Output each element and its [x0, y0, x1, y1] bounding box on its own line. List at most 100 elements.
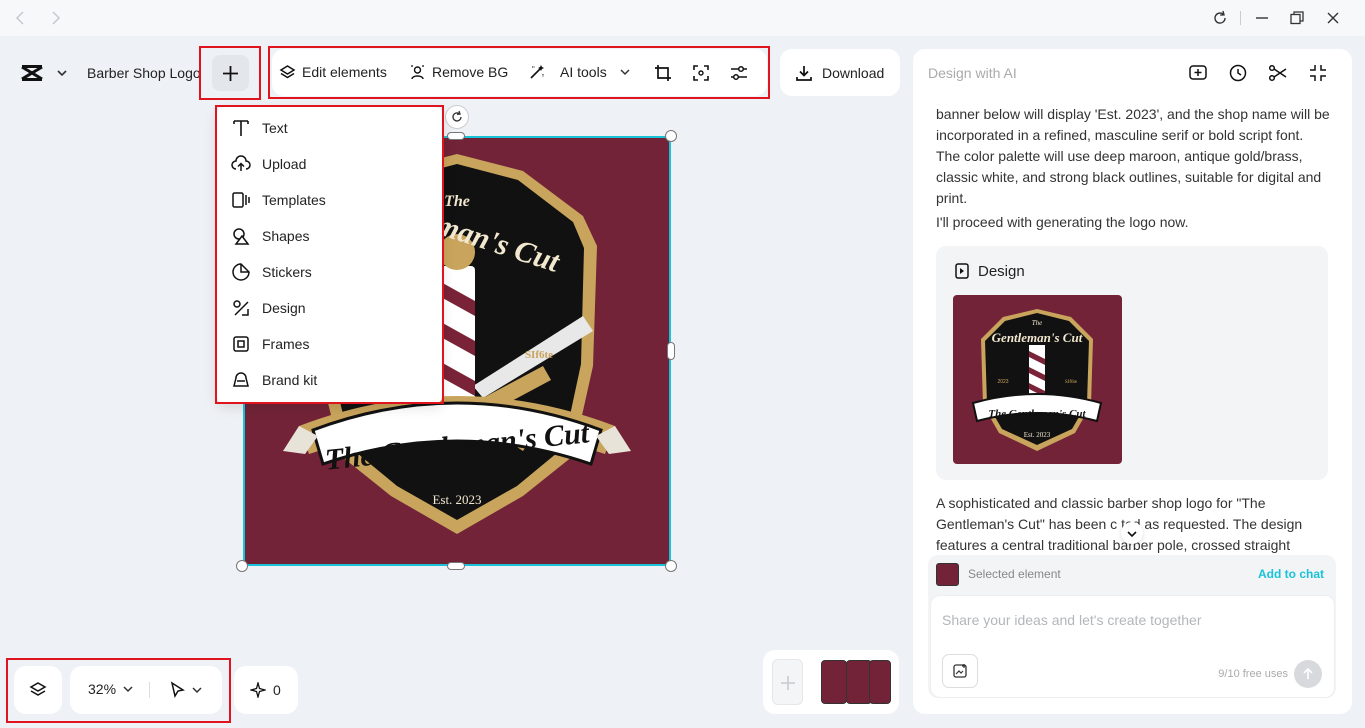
add-element-button[interactable] [212, 55, 249, 91]
collapse-icon[interactable] [1308, 63, 1328, 83]
project-title[interactable]: Barber Shop Logo [87, 65, 202, 81]
window-titlebar [0, 0, 1365, 36]
thumb-2023-text: 2023 [997, 379, 1008, 385]
layers-icon [29, 682, 47, 696]
new-chat-icon[interactable] [1188, 63, 1208, 83]
download-button[interactable]: Download [780, 49, 900, 96]
logo-registered-mark: ® [491, 420, 499, 431]
design-result-thumbnail[interactable]: Gentleman's Cut The Gentleman's Cut Est.… [953, 295, 1122, 464]
rotate-handle[interactable] [445, 105, 469, 129]
stickers-icon [232, 263, 250, 281]
chevron-down-icon [1127, 531, 1137, 538]
edit-elements-button[interactable]: Edit elements [279, 61, 387, 83]
chat-message: banner below will display 'Est. 2023', a… [936, 106, 1330, 206]
frames-icon [233, 336, 249, 352]
free-uses-counter: 9/10 free uses [1218, 668, 1288, 680]
page-thumbnail[interactable] [869, 660, 891, 704]
add-page-button[interactable] [772, 659, 803, 705]
remove-bg-button[interactable]: Remove BG [409, 61, 508, 83]
remove-bg-label: Remove BG [432, 64, 509, 80]
menu-item-label: Stickers [262, 264, 312, 280]
logo-side-text: SIf6te [525, 349, 553, 361]
chevron-down-icon[interactable] [55, 66, 69, 80]
add-to-chat-button[interactable]: Add to chat [1258, 567, 1324, 581]
design-card-title: Design [978, 262, 1025, 280]
history-icon[interactable] [1228, 63, 1248, 83]
titlebar-divider [1240, 11, 1241, 25]
resize-handle-br[interactable] [665, 560, 677, 572]
arrow-up-icon [1303, 667, 1313, 679]
design-result-card[interactable]: Design Gentleman's Cut The Gentleman's C… [936, 246, 1328, 480]
pointer-tool-dropdown[interactable] [169, 681, 203, 698]
brand-kit-icon [233, 372, 249, 387]
menu-item-shapes[interactable]: Shapes [217, 218, 442, 254]
remove-bg-icon [411, 64, 424, 79]
zoom-dropdown[interactable]: 32% [88, 681, 134, 697]
shapes-icon [233, 228, 250, 245]
resize-handle-top[interactable] [447, 132, 465, 140]
thumb-banner-text: The Gentleman's Cut [988, 408, 1086, 420]
restore-icon[interactable] [1288, 9, 1306, 27]
chat-composer: Selected element Add to chat Share your … [928, 555, 1336, 698]
zoom-divider [149, 682, 150, 698]
selected-element-label: Selected element [968, 567, 1061, 581]
menu-item-stickers[interactable]: Stickers [217, 254, 442, 290]
logo-est-text: Est. 2023 [432, 492, 481, 507]
rotate-icon [452, 110, 462, 122]
menu-item-templates[interactable]: Templates [217, 182, 442, 218]
send-button[interactable] [1294, 660, 1322, 688]
chat-input-box[interactable]: Share your ideas and let's create togeth… [930, 595, 1335, 698]
menu-item-upload[interactable]: Upload [217, 146, 442, 182]
edit-elements-label: Edit elements [302, 64, 387, 80]
download-label: Download [822, 64, 885, 81]
resize-handle-bottom[interactable] [447, 562, 465, 570]
crop-icon[interactable] [654, 64, 672, 82]
close-icon[interactable] [1324, 9, 1342, 27]
resize-handle-right[interactable] [667, 342, 675, 360]
adjust-icon[interactable] [730, 64, 748, 82]
menu-item-brand-kit[interactable]: Brand kit [217, 362, 442, 398]
layers-button[interactable] [14, 666, 62, 714]
ai-tools-label: AI tools [560, 64, 607, 80]
menu-item-label: Design [262, 300, 306, 316]
reload-icon[interactable] [1211, 9, 1229, 27]
pages-strip [763, 650, 899, 714]
plus-icon [781, 676, 795, 690]
menu-item-label: Templates [262, 192, 326, 208]
chevron-down-icon [620, 69, 630, 76]
ai-credits-button[interactable]: 0 [234, 666, 298, 714]
text-icon [233, 120, 249, 136]
menu-item-label: Text [262, 120, 288, 136]
attach-image-button[interactable] [942, 654, 978, 688]
scroll-down-button[interactable] [1121, 522, 1143, 544]
capcut-logo-icon[interactable] [20, 63, 44, 83]
design-file-icon [955, 263, 969, 279]
chat-input-placeholder[interactable]: Share your ideas and let's create togeth… [942, 612, 1202, 628]
chevron-down-icon [123, 686, 133, 693]
minimize-icon[interactable] [1253, 9, 1271, 27]
resize-handle-bl[interactable] [236, 560, 248, 572]
ai-tools-button[interactable]: AI tools [528, 61, 631, 83]
sparkle-icon [250, 682, 266, 698]
chat-message: I'll proceed with generating the logo no… [936, 214, 1189, 230]
chevron-down-icon [192, 686, 202, 693]
image-add-icon [953, 664, 967, 678]
thumb-est-text: Est. 2023 [1024, 431, 1051, 439]
back-icon[interactable] [12, 9, 30, 27]
menu-item-label: Upload [262, 156, 307, 172]
share-icon[interactable] [1268, 63, 1288, 83]
thumb-arc-text: Gentleman's Cut [992, 330, 1083, 345]
menu-item-text[interactable]: Text [217, 110, 442, 146]
zoom-level: 32% [88, 681, 117, 697]
upload-icon [231, 155, 251, 171]
magic-wand-icon [530, 65, 544, 79]
resize-handle-tr[interactable] [665, 130, 677, 142]
menu-item-frames[interactable]: Frames [217, 326, 442, 362]
replace-icon[interactable] [692, 64, 710, 82]
menu-item-design[interactable]: Design [217, 290, 442, 326]
forward-icon[interactable] [46, 9, 64, 27]
layers-icon [279, 64, 296, 78]
download-icon [796, 65, 812, 81]
menu-item-label: Shapes [262, 228, 310, 244]
page-thumbnail[interactable] [821, 660, 847, 704]
